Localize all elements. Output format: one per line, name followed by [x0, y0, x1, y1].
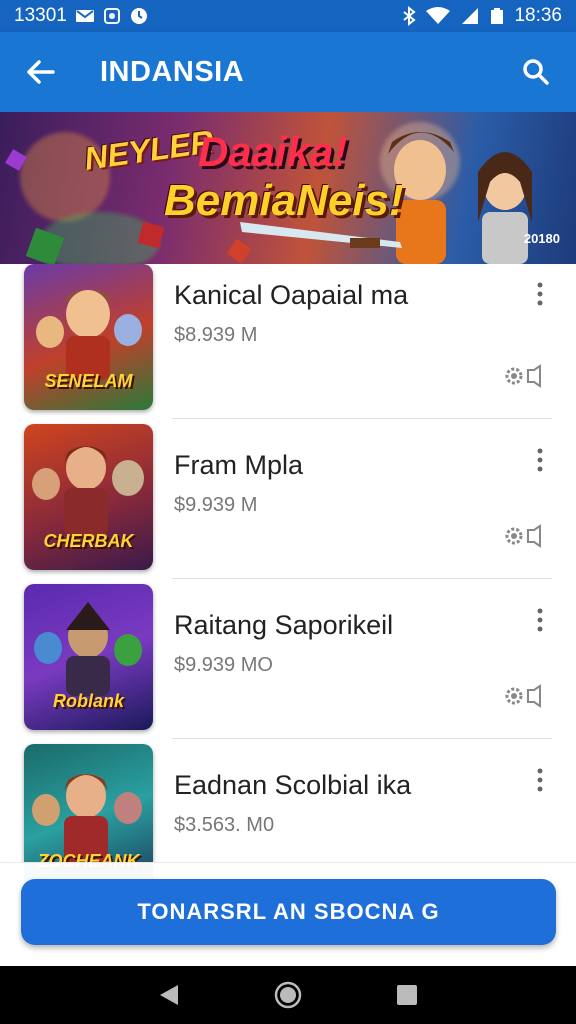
item-price: $9.939 MO	[174, 654, 273, 676]
search-button[interactable]	[516, 52, 556, 92]
more-options-button[interactable]	[524, 274, 556, 314]
status-time-right: 18:36	[514, 5, 562, 26]
settings-icon[interactable]	[504, 684, 546, 708]
cta-container: TONARSRL AN SBOCNA G	[0, 862, 576, 966]
game-thumbnail: SENELAM	[24, 264, 153, 410]
item-price: $3.563. M0	[174, 814, 275, 836]
search-icon	[523, 59, 549, 85]
more-vert-icon	[537, 282, 543, 306]
notification-icon	[103, 7, 121, 25]
more-vert-icon	[537, 608, 543, 632]
settings-icon[interactable]	[504, 524, 546, 548]
item-price: $9.939 M	[174, 494, 258, 516]
item-title: Eadnan Scolbial ika	[174, 770, 412, 800]
primary-action-button[interactable]: TONARSRL AN SBOCNA G	[21, 879, 556, 945]
promo-banner[interactable]: NEYLER Daaika! BemiaNeis! 20180	[0, 112, 576, 264]
more-options-button[interactable]	[524, 440, 556, 480]
divider	[172, 418, 552, 419]
page-title: INDANSIA	[100, 55, 245, 88]
triangle-back-icon	[160, 985, 179, 1005]
item-title: Kanical Oapaial ma	[174, 280, 409, 310]
settings-icon[interactable]	[504, 364, 546, 388]
item-title: Raitang Saporikeil	[174, 610, 394, 640]
divider	[172, 738, 552, 739]
circle-home-icon	[274, 981, 302, 1009]
item-price: $8.939 M	[174, 324, 258, 346]
divider	[172, 578, 552, 579]
app-bar: INDANSIA	[0, 32, 576, 112]
nav-home-button[interactable]	[268, 975, 308, 1015]
mail-icon	[75, 8, 95, 24]
item-title: Fram Mpla	[174, 450, 304, 480]
game-thumbnail: CHERBAK	[24, 424, 153, 570]
nav-recents-button[interactable]	[387, 975, 427, 1015]
signal-icon	[460, 7, 480, 25]
banner-title-line2: BemiaNeis!	[164, 176, 404, 225]
bluetooth-icon	[402, 6, 417, 26]
arrow-left-icon	[27, 60, 55, 84]
system-nav-bar	[0, 966, 576, 1024]
status-bar: 13301 18:36	[0, 0, 576, 32]
list-item[interactable]: SENELAM Kanical Oapaial ma $8.939 M	[0, 264, 576, 424]
list-item[interactable]: CHERBAK Fram Mpla $9.939 M	[0, 424, 576, 584]
back-button[interactable]	[20, 52, 60, 92]
more-vert-icon	[537, 448, 543, 472]
thumbnail-label: CHERBAK	[43, 531, 134, 551]
clock-icon	[129, 6, 149, 26]
banner-title-line1: Daaika!	[198, 128, 348, 175]
more-options-button[interactable]	[524, 760, 556, 800]
nav-back-button[interactable]	[149, 975, 189, 1015]
status-time-left: 13301	[14, 5, 67, 26]
game-thumbnail: Roblank	[24, 584, 153, 730]
thumbnail-label: SENELAM	[44, 371, 133, 391]
list-item[interactable]: Roblank Raitang Saporikeil $9.939 MO	[0, 584, 576, 744]
banner-corner-text: 20180	[523, 231, 560, 246]
more-options-button[interactable]	[524, 600, 556, 640]
wifi-icon	[426, 7, 451, 25]
more-vert-icon	[537, 768, 543, 792]
battery-icon	[490, 7, 504, 25]
thumbnail-label: Roblank	[52, 691, 124, 711]
square-recents-icon	[396, 985, 417, 1005]
